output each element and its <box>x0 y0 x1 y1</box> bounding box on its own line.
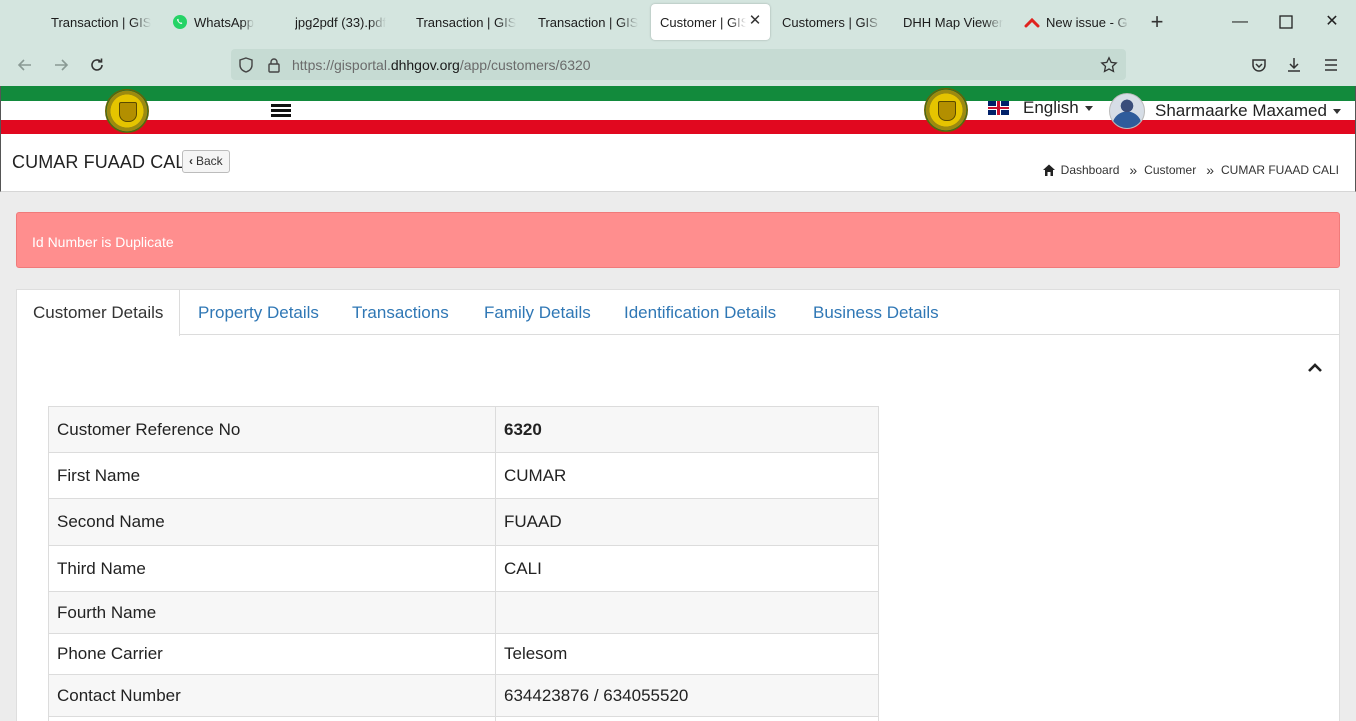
chevron-up-icon[interactable] <box>1307 360 1323 376</box>
detail-value: CALI <box>495 545 879 592</box>
breadcrumb-separator: » <box>1206 162 1214 178</box>
site-header: English Sharmaarke Maxamed <box>0 86 1356 136</box>
browser-tab-label: WhatsApp <box>194 14 254 30</box>
browser-tab[interactable]: WhatsApp <box>172 4 272 40</box>
bookmark-star-icon[interactable] <box>1100 56 1118 74</box>
address-bar[interactable]: https://gisportal.dhhgov.org/app/custome… <box>231 49 1126 80</box>
home-icon <box>1042 164 1055 176</box>
detail-value: Telesom <box>495 633 879 675</box>
logo-emblem-icon[interactable] <box>105 89 149 133</box>
detail-value: CUMAR <box>495 452 879 499</box>
table-row: First Name CUMAR <box>48 452 879 499</box>
browser-tab[interactable]: Transaction | GIS Po <box>416 4 516 40</box>
chevron-left-icon: ‹ <box>189 154 193 168</box>
table-row: Fourth Name <box>48 591 879 634</box>
url-text: https://gisportal.dhhgov.org/app/custome… <box>292 57 591 73</box>
browser-tab-label: Customer | GIS Po <box>660 14 746 30</box>
detail-value: 634423876 / 634055520 <box>495 674 879 717</box>
avatar <box>1109 93 1145 129</box>
detail-label: First Name <box>48 452 496 499</box>
breadcrumb-separator: » <box>1129 162 1138 178</box>
table-row: Phone Carrier Telesom <box>48 633 879 675</box>
detail-label: Second Name <box>48 498 496 546</box>
user-name: Sharmaarke Maxamed <box>1155 101 1327 120</box>
caret-down-icon <box>1332 108 1341 114</box>
detail-value <box>495 591 879 634</box>
detail-label: Phone Carrier <box>48 633 496 675</box>
browser-tab[interactable]: jpg2pdf (33).pdf <box>295 4 395 40</box>
table-row: Third Name CALI <box>48 545 879 592</box>
emblem-icon <box>924 88 968 132</box>
tab-customer-details[interactable]: Customer Details <box>17 290 181 336</box>
table-row: Second Name FUAAD <box>48 498 879 546</box>
breadcrumb-dashboard[interactable]: Dashboard <box>1061 163 1120 177</box>
browser-tab-label: Transaction | GIS Po <box>51 14 151 30</box>
browser-tab-label: Transaction | GIS Po <box>416 14 516 30</box>
table-row <box>48 716 879 721</box>
hamburger-menu-icon[interactable] <box>271 104 291 118</box>
tab-property-details[interactable]: Property Details <box>198 290 319 335</box>
close-window-icon[interactable]: ✕ <box>1320 10 1344 34</box>
uk-flag-icon <box>988 101 1009 115</box>
browser-tab-strip: Transaction | GIS Po WhatsApp jpg2pdf (3… <box>0 0 1356 44</box>
tab-business-details[interactable]: Business Details <box>813 290 939 335</box>
maximize-icon[interactable] <box>1274 10 1298 34</box>
tab-family-details[interactable]: Family Details <box>484 290 591 335</box>
shield-icon[interactable] <box>237 56 255 74</box>
browser-nav-bar: https://gisportal.dhhgov.org/app/custome… <box>0 44 1356 86</box>
menu-icon[interactable] <box>1319 53 1343 77</box>
caret-down-icon <box>1084 105 1093 111</box>
language-selector[interactable]: English <box>988 98 1093 118</box>
close-tab-icon[interactable]: ✕ <box>748 13 762 28</box>
detail-value: FUAAD <box>495 498 879 546</box>
table-row: Customer Reference No 6320 <box>48 406 879 453</box>
page-title: CUMAR FUAAD CALI <box>12 152 191 172</box>
back-button-label: Back <box>196 154 223 168</box>
gitlab-icon <box>1024 17 1040 28</box>
minimize-icon[interactable]: — <box>1228 10 1252 34</box>
breadcrumb-current: CUMAR FUAAD CALI <box>1220 163 1339 177</box>
browser-tab[interactable]: DHH Map Viewer <box>903 4 1013 40</box>
browser-tab-label: Transaction | GIS Po <box>538 14 638 30</box>
language-label: English <box>1023 98 1079 117</box>
browser-tab-active[interactable]: Customer | GIS Po ✕ <box>651 4 770 40</box>
new-tab-icon[interactable]: + <box>1147 11 1167 33</box>
back-button[interactable]: ‹ Back <box>182 150 230 173</box>
browser-tab-label: Customers | GIS Po <box>782 14 882 30</box>
browser-tab-label: DHH Map Viewer <box>903 14 1004 30</box>
table-row: Contact Number 634423876 / 634055520 <box>48 674 879 717</box>
detail-label: Third Name <box>48 545 496 592</box>
user-menu[interactable]: Sharmaarke Maxamed <box>1109 93 1341 129</box>
detail-label <box>48 716 496 721</box>
browser-tab[interactable]: Customers | GIS Po <box>782 4 882 40</box>
forward-arrow-icon[interactable] <box>49 53 73 77</box>
details-panel: Customer Details Property Details Transa… <box>16 289 1340 721</box>
browser-tab-label: jpg2pdf (33).pdf <box>295 14 387 30</box>
whatsapp-icon <box>173 15 187 29</box>
customer-details-table: Customer Reference No 6320 First Name CU… <box>48 406 879 721</box>
detail-label: Contact Number <box>48 674 496 717</box>
lock-icon[interactable] <box>265 56 283 74</box>
alert-message: Id Number is Duplicate <box>32 234 174 250</box>
page-header: CUMAR FUAAD CALI ‹ Back Dashboard » Cust… <box>0 136 1356 192</box>
tab-bar: Customer Details Property Details Transa… <box>17 290 1339 336</box>
detail-value: 6320 <box>495 406 879 453</box>
browser-tab[interactable]: Transaction | GIS Po <box>538 4 638 40</box>
download-icon[interactable] <box>1282 53 1306 77</box>
tab-transactions[interactable]: Transactions <box>352 290 449 335</box>
browser-tab-label: New issue - GIS <box>1046 14 1129 30</box>
detail-value <box>495 716 879 721</box>
reload-icon[interactable] <box>85 53 109 77</box>
error-alert: Id Number is Duplicate <box>16 212 1340 268</box>
detail-label: Fourth Name <box>48 591 496 634</box>
browser-tab[interactable]: Transaction | GIS Po <box>51 4 151 40</box>
back-arrow-icon[interactable] <box>13 53 37 77</box>
breadcrumb-customer[interactable]: Customer <box>1144 163 1196 177</box>
breadcrumb: Dashboard » Customer » CUMAR FUAAD CALI <box>1042 162 1339 178</box>
tab-identification-details[interactable]: Identification Details <box>624 290 776 335</box>
detail-label: Customer Reference No <box>48 406 496 453</box>
pocket-icon[interactable] <box>1247 53 1271 77</box>
browser-tab[interactable]: New issue - GIS <box>1024 4 1129 40</box>
